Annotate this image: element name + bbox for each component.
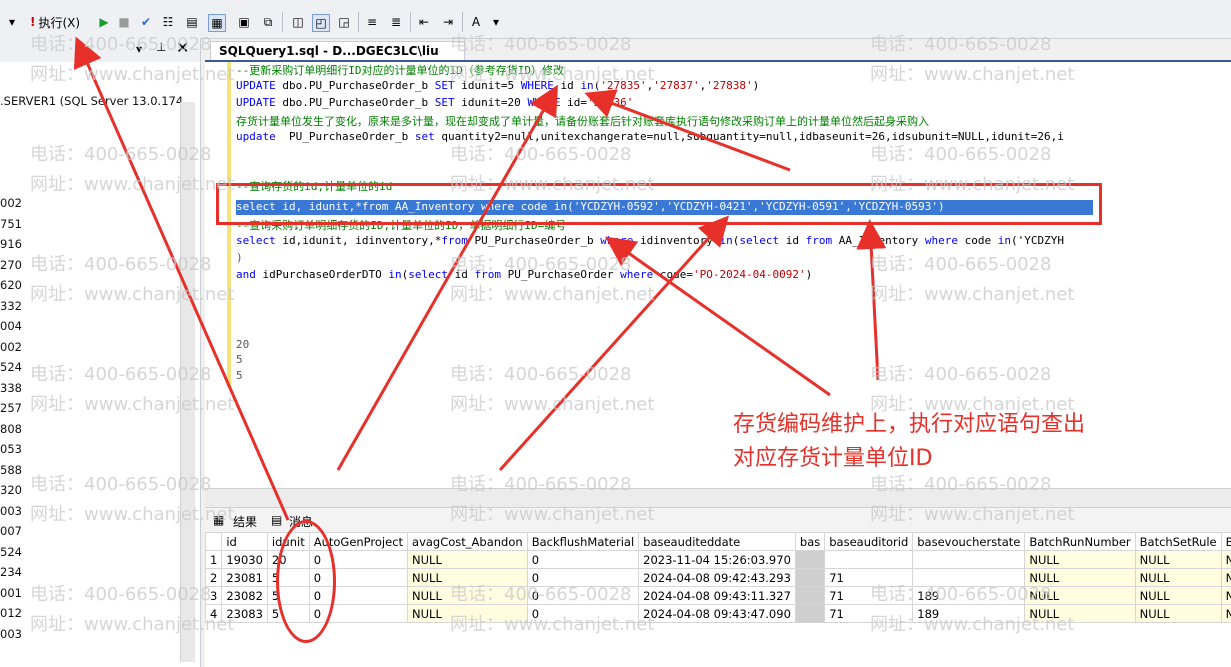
watermark-text: 网址：www.chanjet.net <box>870 614 1075 635</box>
watermark-text: 网址：www.chanjet.net <box>450 174 655 195</box>
watermark-text: 电话：400-665-0028 <box>870 584 1052 605</box>
watermark-text: 网址：www.chanjet.net <box>450 504 655 525</box>
watermark-text: 电话：400-665-0028 <box>30 474 212 495</box>
watermark-text: 网址：www.chanjet.net <box>450 614 655 635</box>
watermark-text: 网址：www.chanjet.net <box>30 614 235 635</box>
annotation-arrows <box>73 36 887 521</box>
watermark-text: 电话：400-665-0028 <box>30 254 212 275</box>
watermark-text: 网址：www.chanjet.net <box>30 174 235 195</box>
watermark-text: 电话：400-665-0028 <box>450 34 632 55</box>
watermark-text: 网址：www.chanjet.net <box>30 504 235 525</box>
watermark-text: 网址：www.chanjet.net <box>30 284 235 305</box>
watermark-text: 网址：www.chanjet.net <box>450 64 655 85</box>
watermark-text: 网址：www.chanjet.net <box>870 174 1075 195</box>
watermark-text: 网址：www.chanjet.net <box>870 504 1075 525</box>
watermark-text: 网址：www.chanjet.net <box>450 394 655 415</box>
watermark-text: 网址：www.chanjet.net <box>450 284 655 305</box>
watermark-text: 电话：400-665-0028 <box>870 474 1052 495</box>
watermark-text: 电话：400-665-0028 <box>30 34 212 55</box>
watermark-text: 电话：400-665-0028 <box>30 584 212 605</box>
watermark-text: 电话：400-665-0028 <box>870 254 1052 275</box>
arrow-annotation-left <box>605 236 831 397</box>
watermark-text: 网址：www.chanjet.net <box>30 394 235 415</box>
watermark-text: 电话：400-665-0028 <box>870 144 1052 165</box>
watermark-text: 电话：400-665-0028 <box>450 364 632 385</box>
watermark-text: 电话：400-665-0028 <box>30 144 212 165</box>
watermark-text: 电话：400-665-0028 <box>870 34 1052 55</box>
watermark-text: 网址：www.chanjet.net <box>870 284 1075 305</box>
watermark-text: 电话：400-665-0028 <box>870 364 1052 385</box>
watermark-text: 电话：400-665-0028 <box>450 474 632 495</box>
watermark-text: 电话：400-665-0028 <box>450 254 632 275</box>
watermark-text: 网址：www.chanjet.net <box>870 64 1075 85</box>
watermark-text: 电话：400-665-0028 <box>450 584 632 605</box>
watermark-text: 网址：www.chanjet.net <box>30 64 235 85</box>
watermark-text: 电话：400-665-0028 <box>450 144 632 165</box>
watermark-text: 网址：www.chanjet.net <box>870 394 1075 415</box>
watermark-text: 电话：400-665-0028 <box>30 364 212 385</box>
